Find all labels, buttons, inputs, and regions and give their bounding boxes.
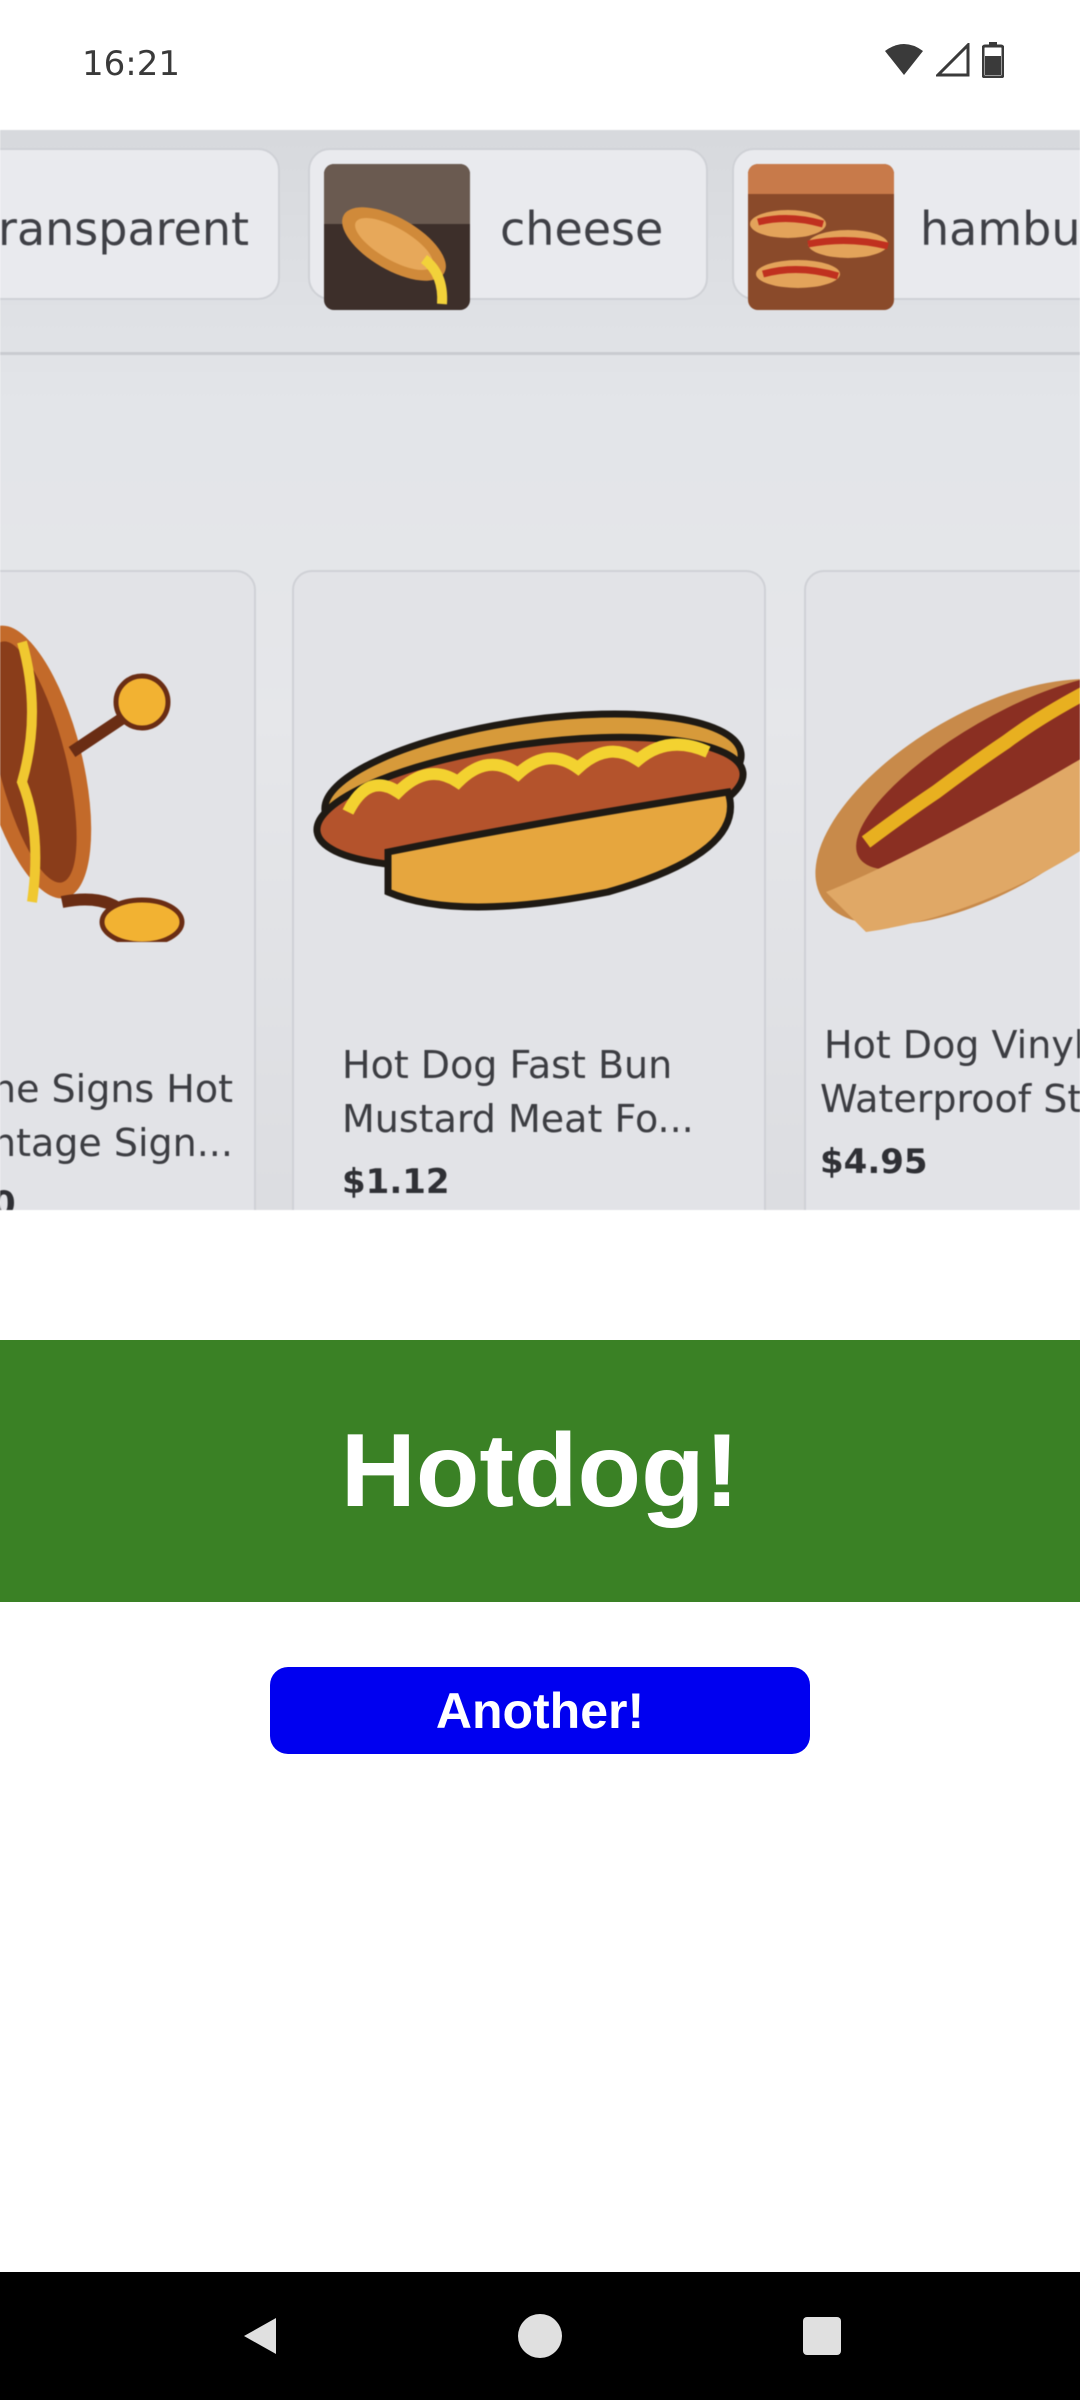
product-title-line: Waterproof Stic [820, 1077, 1080, 1121]
another-button[interactable]: Another! [270, 1667, 810, 1754]
navigation-bar [0, 2272, 1080, 2400]
recents-button[interactable] [762, 2272, 882, 2400]
product-price: $1.12 [342, 1162, 450, 1202]
product-title-line: Hot Dog Vinyl [824, 1023, 1080, 1067]
chip-cheese: cheese [308, 148, 708, 310]
product-price: $4.95 [820, 1142, 928, 1182]
product-price: 0 [0, 1184, 16, 1210]
home-button[interactable] [480, 2272, 600, 2400]
back-icon [244, 2318, 276, 2354]
hotdog-photo-image [815, 674, 1080, 932]
captured-photo: transparent cheese hamburg [0, 130, 1080, 1210]
chip-label: cheese [500, 202, 664, 256]
hotdog-cartoon-image [313, 710, 747, 911]
home-icon [518, 2314, 562, 2358]
recents-icon [803, 2317, 841, 2355]
battery-icon [982, 42, 1004, 78]
result-label: Hotdog! [340, 1412, 740, 1529]
another-button-label: Another! [435, 1682, 645, 1739]
status-icons [884, 42, 1004, 78]
chip-label: transparent [0, 202, 250, 256]
product-title-line: he Signs Hot [0, 1067, 234, 1111]
back-button[interactable] [200, 2272, 320, 2400]
product-title-line: Mustard Meat Fo... [342, 1097, 694, 1141]
product-card: Hot Dog Vinyl Waterproof Stic $4.95 [804, 570, 1080, 1210]
status-time: 16:21 [82, 44, 180, 84]
product-card: Hot Dog Fast Bun Mustard Meat Fo... $1.1… [292, 570, 766, 1210]
status-bar: 16:21 [0, 0, 1080, 130]
hotdog-mascot-image [0, 625, 185, 942]
hotdog-platter-thumbnail-image [748, 164, 894, 310]
cell-signal-icon [936, 43, 970, 77]
product-title-line: ntage Sign... [0, 1121, 233, 1165]
product-card: he Signs Hot ntage Sign... 0 [0, 570, 256, 1210]
result-banner: Hotdog! [0, 1340, 1080, 1602]
chip-transparent: transparent [0, 148, 280, 300]
chip-label: hamburg [920, 202, 1080, 256]
product-title-line: Hot Dog Fast Bun [342, 1043, 673, 1087]
wifi-icon [885, 44, 923, 75]
photo-divider [0, 352, 1080, 355]
corndog-thumbnail-image [324, 164, 470, 310]
chip-hamburger: hamburg [732, 148, 1080, 310]
